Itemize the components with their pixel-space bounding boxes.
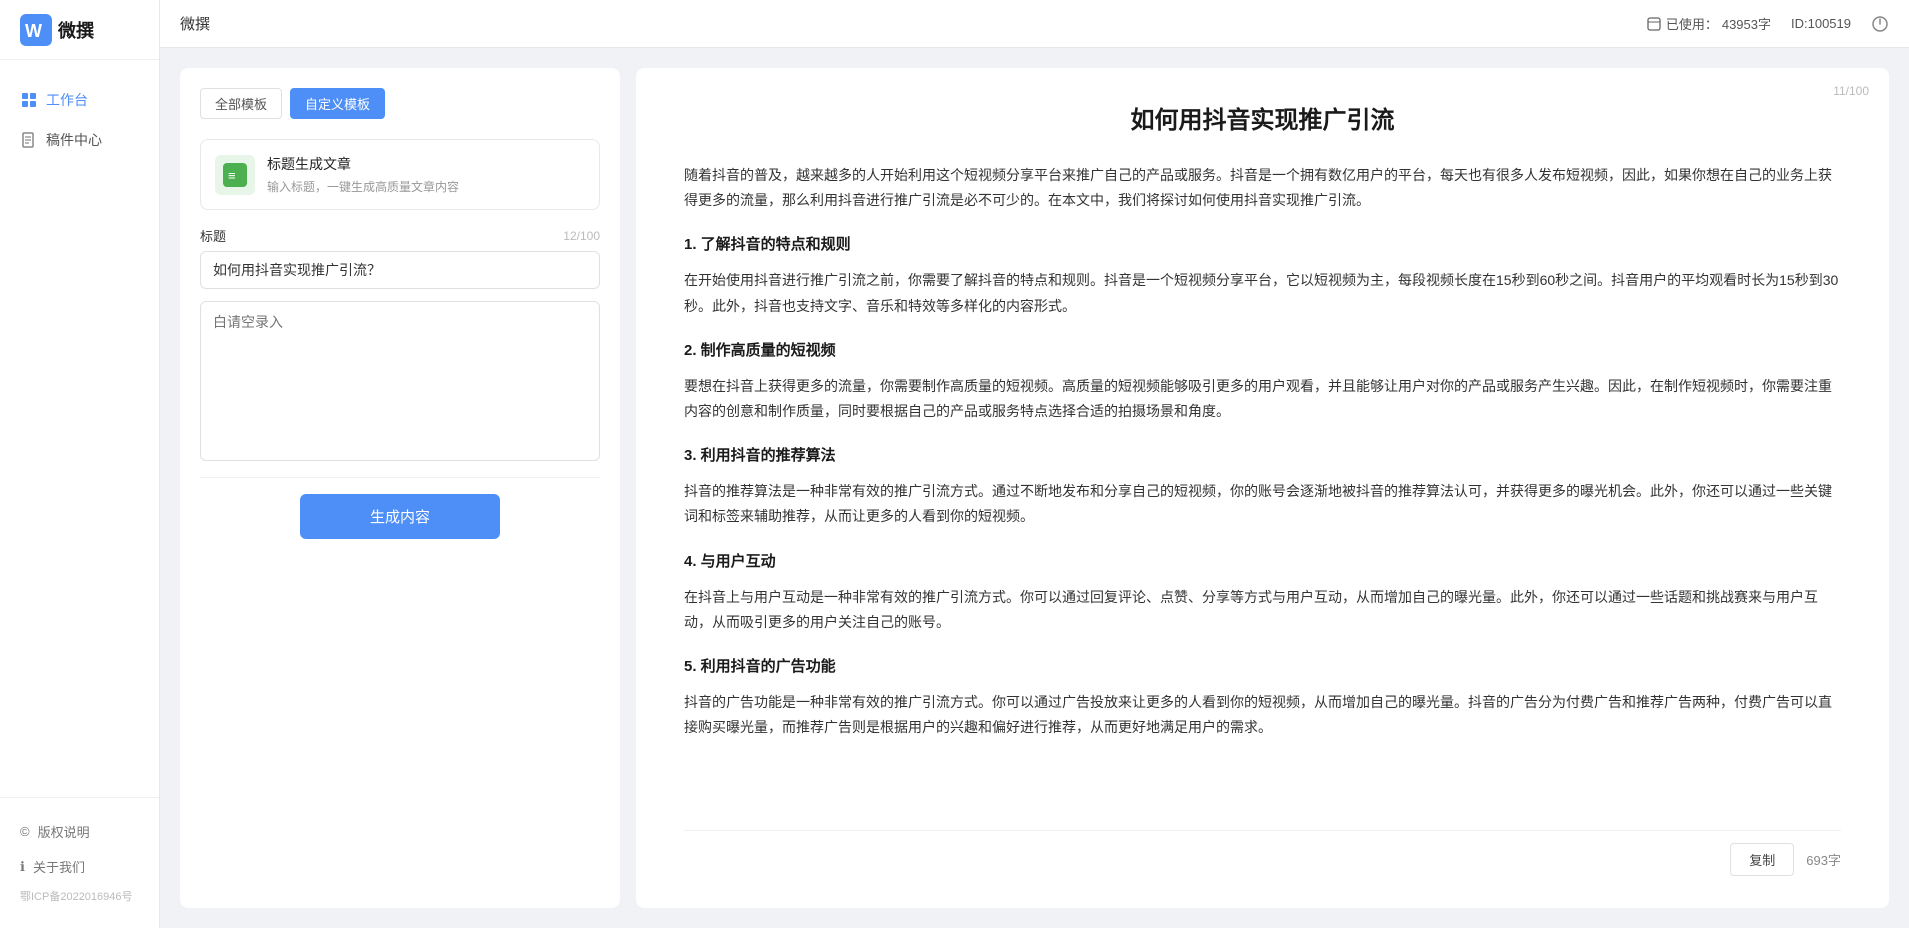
sidebar-item-drafts[interactable]: 稿件中心 (0, 120, 159, 160)
tab-all-templates[interactable]: 全部模板 (200, 88, 282, 119)
article-paragraph: 在抖音上与用户互动是一种非常有效的推广引流方式。你可以通过回复评论、点赞、分享等… (684, 585, 1841, 635)
main-area: 微撰 已使用： 43953字 ID:100519 全部模板 自 (160, 0, 1909, 928)
sidebar-item-copyright[interactable]: © 版权说明 (0, 814, 159, 849)
article-paragraph: 抖音的推荐算法是一种非常有效的推广引流方式。通过不断地发布和分享自己的短视频，你… (684, 479, 1841, 529)
title-input[interactable] (200, 251, 600, 289)
article-heading: 4. 与用户互动 (684, 548, 1841, 575)
power-icon[interactable] (1871, 15, 1889, 33)
form-label-row: 标题 12/100 (200, 226, 600, 245)
topbar: 微撰 已使用： 43953字 ID:100519 (160, 0, 1909, 48)
icp-text: 鄂ICP备2022016946号 (0, 884, 159, 912)
sidebar-nav: 工作台 稿件中心 (0, 60, 159, 797)
workbench-icon (20, 91, 38, 109)
generate-button[interactable]: 生成内容 (300, 494, 500, 539)
content-textarea[interactable] (200, 301, 600, 461)
article-heading: 5. 利用抖音的广告功能 (684, 653, 1841, 680)
word-count: 693字 (1806, 850, 1841, 869)
brand-name: 微撰 (58, 17, 94, 43)
topbar-id: ID:100519 (1791, 16, 1851, 31)
right-panel: 11/100 如何用抖音实现推广引流 随着抖音的普及，越来越多的人开始利用这个短… (636, 68, 1889, 908)
template-name: 标题生成文章 (267, 154, 459, 174)
topbar-usage: 已使用： 43953字 (1646, 14, 1771, 33)
title-counter: 12/100 (563, 229, 600, 243)
article-body: 随着抖音的普及，越来越多的人开始利用这个短视频分享平台来推广自己的产品或服务。抖… (684, 163, 1841, 818)
topbar-right: 已使用： 43953字 ID:100519 (1646, 14, 1889, 33)
template-card-icon: ≡ (215, 155, 255, 195)
template-card[interactable]: ≡ 标题生成文章 输入标题，一键生成高质量文章内容 (200, 139, 600, 210)
copyright-label: 版权说明 (38, 822, 90, 841)
content-area: 全部模板 自定义模板 ≡ 标题生成文章 输入标题，一键生成高质量文章内容 标题 … (160, 48, 1909, 928)
form-divider (200, 477, 600, 478)
sidebar-item-workbench[interactable]: 工作台 (0, 80, 159, 120)
tab-custom-templates[interactable]: 自定义模板 (290, 88, 385, 119)
usage-label: 已使用： (1666, 14, 1718, 33)
svg-text:≡: ≡ (228, 168, 236, 183)
template-info: 标题生成文章 输入标题，一键生成高质量文章内容 (267, 154, 459, 195)
tab-bar: 全部模板 自定义模板 (200, 88, 600, 119)
article-paragraph: 要想在抖音上获得更多的流量，你需要制作高质量的短视频。高质量的短视频能够吸引更多… (684, 374, 1841, 424)
sidebar-bottom: © 版权说明 ℹ 关于我们 鄂ICP备2022016946号 (0, 797, 159, 928)
article-paragraph: 抖音的广告功能是一种非常有效的推广引流方式。你可以通过广告投放来让更多的人看到你… (684, 690, 1841, 740)
copy-button[interactable]: 复制 (1730, 843, 1794, 876)
left-panel: 全部模板 自定义模板 ≡ 标题生成文章 输入标题，一键生成高质量文章内容 标题 … (180, 68, 620, 908)
usage-count: 43953字 (1722, 14, 1771, 33)
sidebar-item-about[interactable]: ℹ 关于我们 (0, 849, 159, 884)
sidebar-logo: W 微撰 (0, 0, 159, 60)
copyright-icon: © (20, 824, 30, 839)
storage-icon (1646, 16, 1662, 32)
svg-text:W: W (25, 21, 42, 41)
topbar-title: 微撰 (180, 13, 210, 34)
article-footer: 复制 693字 (684, 830, 1841, 876)
brand-logo-icon: W (20, 14, 52, 46)
about-label: 关于我们 (33, 857, 85, 876)
page-info: 11/100 (1833, 84, 1869, 98)
about-icon: ℹ (20, 859, 25, 875)
article-paragraph: 随着抖音的普及，越来越多的人开始利用这个短视频分享平台来推广自己的产品或服务。抖… (684, 163, 1841, 213)
article-heading: 3. 利用抖音的推荐算法 (684, 442, 1841, 469)
drafts-icon (20, 131, 38, 149)
sidebar: W 微撰 工作台 稿件中心 © 版权说明 ℹ 关于我们 鄂ICP备2022016… (0, 0, 160, 928)
template-desc: 输入标题，一键生成高质量文章内容 (267, 178, 459, 195)
article-heading: 2. 制作高质量的短视频 (684, 337, 1841, 364)
article-heading: 1. 了解抖音的特点和规则 (684, 231, 1841, 258)
sidebar-item-workbench-label: 工作台 (46, 90, 88, 110)
sidebar-item-drafts-label: 稿件中心 (46, 130, 102, 150)
article-title: 如何用抖音实现推广引流 (684, 100, 1841, 135)
article-paragraph: 在开始使用抖音进行推广引流之前，你需要了解抖音的特点和规则。抖音是一个短视频分享… (684, 268, 1841, 318)
title-label: 标题 (200, 226, 226, 245)
